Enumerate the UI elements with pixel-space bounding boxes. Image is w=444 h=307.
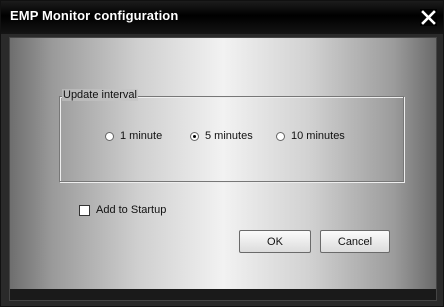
radio-label: 1 minute	[120, 130, 163, 142]
radio-label: 10 minutes	[291, 130, 345, 142]
radio-10-minutes[interactable]: 10 minutes	[276, 130, 345, 142]
radio-selected-dot	[193, 134, 196, 138]
checkbox-box	[79, 204, 90, 216]
cancel-button[interactable]: Cancel	[320, 230, 390, 253]
window-title: EMP Monitor configuration	[10, 8, 179, 23]
add-to-startup-label: Add to Startup	[96, 204, 167, 216]
close-icon	[421, 10, 436, 25]
config-window: EMP Monitor configuration Update interva…	[0, 0, 444, 307]
bottom-band	[10, 289, 436, 300]
radio-label: 5 minutes	[205, 130, 253, 142]
dialog-body: Update interval 1 minute 5 minutes 10 mi…	[9, 37, 437, 301]
radio-5-minutes[interactable]: 5 minutes	[190, 130, 253, 142]
ok-button[interactable]: OK	[239, 230, 311, 253]
add-to-startup-checkbox[interactable]: Add to Startup	[79, 204, 166, 216]
radio-circle	[190, 131, 199, 141]
close-button[interactable]	[420, 9, 437, 26]
update-interval-group: Update interval 1 minute 5 minutes 10 mi…	[59, 89, 404, 182]
title-bar[interactable]: EMP Monitor configuration	[1, 1, 443, 34]
update-interval-label: Update interval	[62, 89, 138, 101]
radio-circle	[276, 131, 285, 141]
radio-circle	[105, 131, 114, 141]
radio-1-minute[interactable]: 1 minute	[105, 130, 162, 142]
